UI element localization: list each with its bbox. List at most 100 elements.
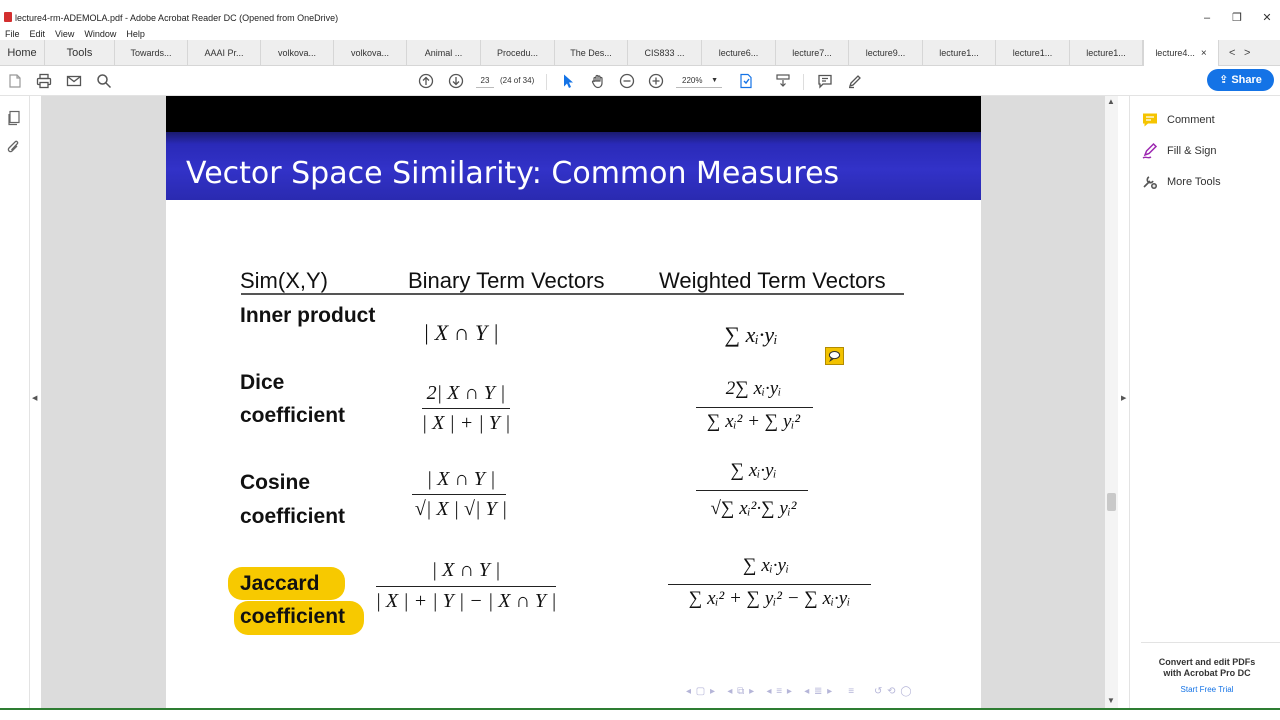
formula-inner-weighted: ∑ xᵢ·yᵢ — [724, 322, 778, 347]
formula-jaccard-binary-numerator: | X ∩ Y | — [431, 559, 501, 581]
create-pdf-icon[interactable] — [5, 71, 25, 91]
formula-cosine-binary-numerator: | X ∩ Y | — [426, 468, 496, 490]
restore-button[interactable]: ❐ — [1222, 9, 1252, 27]
promo-text: Convert and edit PDFs with Acrobat Pro D… — [1141, 657, 1273, 679]
row-label-cosine-coefficient: coefficient — [240, 505, 346, 528]
toolbar: 23 (24 of 34) 220% ▼ — [0, 66, 1280, 96]
menu-help[interactable]: Help — [126, 28, 145, 40]
search-icon[interactable] — [94, 71, 114, 91]
slide-title: Vector Space Similarity: Common Measures — [186, 156, 840, 191]
select-cursor-icon[interactable] — [558, 71, 578, 91]
left-panel-toggle[interactable]: ◀ — [30, 96, 41, 708]
row-label-dice-coefficient: coefficient — [240, 404, 346, 427]
tab-document[interactable]: Towards... — [115, 40, 188, 66]
fraction-bar — [376, 586, 556, 587]
page-count: (24 of 34) — [500, 76, 535, 85]
fill-sign-tool[interactable]: Fill & Sign — [1141, 141, 1217, 161]
row-label-jaccard-coefficient: coefficient — [240, 605, 346, 628]
row-label-dice: Dice — [240, 371, 285, 394]
column-header-binary: Binary Term Vectors — [408, 268, 605, 293]
formula-dice-binary-numerator: 2| X ∩ Y | — [426, 382, 506, 404]
print-icon[interactable] — [34, 71, 54, 91]
menu-window[interactable]: Window — [84, 28, 116, 40]
more-tools-icon — [1143, 176, 1157, 189]
zoom-out-icon[interactable] — [617, 71, 637, 91]
zoom-level-dropdown[interactable]: 220% ▼ — [676, 74, 722, 88]
promo-line-1: Convert and edit PDFs — [1158, 657, 1256, 667]
zoom-in-icon[interactable] — [646, 71, 666, 91]
scroll-up-icon[interactable]: ▲ — [1107, 97, 1115, 106]
window-title: lecture4-rm-ADEMOLA.pdf - Adobe Acrobat … — [15, 13, 339, 23]
tab-document[interactable]: lecture9... — [849, 40, 923, 66]
page-number-input[interactable]: 23 — [476, 74, 494, 88]
slide-top-band — [166, 96, 981, 132]
menu-view[interactable]: View — [55, 28, 74, 40]
tab-scroll-left-icon[interactable]: < — [1229, 40, 1235, 66]
panel-divider — [1141, 642, 1280, 643]
tab-document[interactable]: lecture1... — [996, 40, 1070, 66]
fill-sign-icon — [1142, 142, 1158, 159]
header-underline — [241, 293, 904, 295]
formula-jaccard-binary-denominator: | X | + | Y | − | X ∩ Y | — [375, 590, 557, 612]
comment-tool-label: Comment — [1167, 114, 1215, 126]
sticky-note-icon[interactable] — [825, 347, 844, 365]
formula-dice-binary-denominator: | X | + | Y | — [421, 412, 511, 434]
scroll-down-icon[interactable]: ▼ — [1107, 696, 1115, 705]
tab-home[interactable]: Home — [0, 40, 45, 66]
share-button[interactable]: ⇪ Share — [1207, 69, 1274, 91]
formula-jaccard-weighted-denominator: ∑ xᵢ² + ∑ yᵢ² − ∑ xᵢ·yᵢ — [688, 588, 851, 609]
fit-page-icon[interactable] — [736, 71, 756, 91]
formula-jaccard-weighted-numerator: ∑ xᵢ·yᵢ — [743, 555, 789, 576]
hand-tool-icon[interactable] — [588, 71, 608, 91]
start-free-trial-link[interactable]: Start Free Trial — [1141, 685, 1273, 694]
tab-document[interactable]: AAAI Pr... — [188, 40, 261, 66]
formula-inner-binary: | X ∩ Y | — [423, 320, 499, 345]
caret-left-icon: ◀ — [32, 395, 38, 402]
close-window-button[interactable]: ✕ — [1252, 9, 1280, 27]
zoom-level-value: 220% — [682, 76, 703, 85]
vertical-scrollbar[interactable]: ▲ ▼ — [1105, 96, 1118, 708]
formula-dice-weighted-denominator: ∑ xᵢ² + ∑ yᵢ² — [706, 411, 801, 432]
menu-file[interactable]: File — [5, 28, 20, 40]
comment-icon — [1143, 113, 1157, 127]
next-page-icon[interactable] — [446, 71, 466, 91]
tab-document[interactable]: volkova... — [334, 40, 407, 66]
attachment-icon[interactable] — [6, 140, 22, 156]
tab-close-icon[interactable]: × — [1201, 48, 1207, 59]
comment-icon[interactable] — [815, 71, 835, 91]
tab-active-document[interactable]: lecture4... × — [1143, 40, 1219, 67]
tab-scroll-right-icon[interactable]: > — [1244, 40, 1250, 66]
formula-cosine-weighted-numerator: ∑ xᵢ·yᵢ — [730, 460, 777, 481]
tab-tools[interactable]: Tools — [45, 40, 115, 66]
scrollbar-thumb[interactable] — [1107, 493, 1116, 511]
minimize-button[interactable]: – — [1192, 9, 1222, 27]
comment-tool[interactable]: Comment — [1141, 110, 1215, 130]
tab-document[interactable]: lecture6... — [702, 40, 776, 66]
formula-dice-weighted-numerator: 2∑ xᵢ·yᵢ — [725, 378, 782, 399]
tab-document[interactable]: Animal ... — [407, 40, 481, 66]
scroll-mode-icon[interactable] — [773, 71, 793, 91]
share-icon: ⇪ — [1219, 74, 1229, 86]
pages-icon[interactable] — [6, 110, 22, 126]
right-panel-toggle[interactable]: ▶ — [1118, 96, 1130, 708]
tab-document[interactable]: lecture1... — [1070, 40, 1143, 66]
promo-line-2: with Acrobat Pro DC — [1163, 668, 1251, 678]
fill-sign-label: Fill & Sign — [1167, 145, 1217, 157]
document-viewport[interactable]: Vector Space Similarity: Common Measures… — [41, 96, 1105, 708]
tab-document[interactable]: The Des... — [555, 40, 628, 66]
tab-document[interactable]: lecture1... — [923, 40, 996, 66]
tab-document[interactable]: CIS833 ... — [628, 40, 702, 66]
fraction-bar — [668, 584, 871, 585]
tab-document[interactable]: volkova... — [261, 40, 334, 66]
menu-edit[interactable]: Edit — [30, 28, 46, 40]
tab-document[interactable]: lecture7... — [776, 40, 849, 66]
toolbar-divider — [546, 74, 547, 90]
fraction-bar — [422, 408, 510, 409]
more-tools-label: More Tools — [1167, 176, 1221, 188]
previous-page-icon[interactable] — [416, 71, 436, 91]
more-tools[interactable]: More Tools — [1141, 172, 1221, 192]
highlight-pen-icon[interactable] — [845, 71, 865, 91]
email-icon[interactable] — [64, 71, 84, 91]
chevron-down-icon: ▼ — [711, 77, 718, 84]
tab-document[interactable]: Procedu... — [481, 40, 555, 66]
